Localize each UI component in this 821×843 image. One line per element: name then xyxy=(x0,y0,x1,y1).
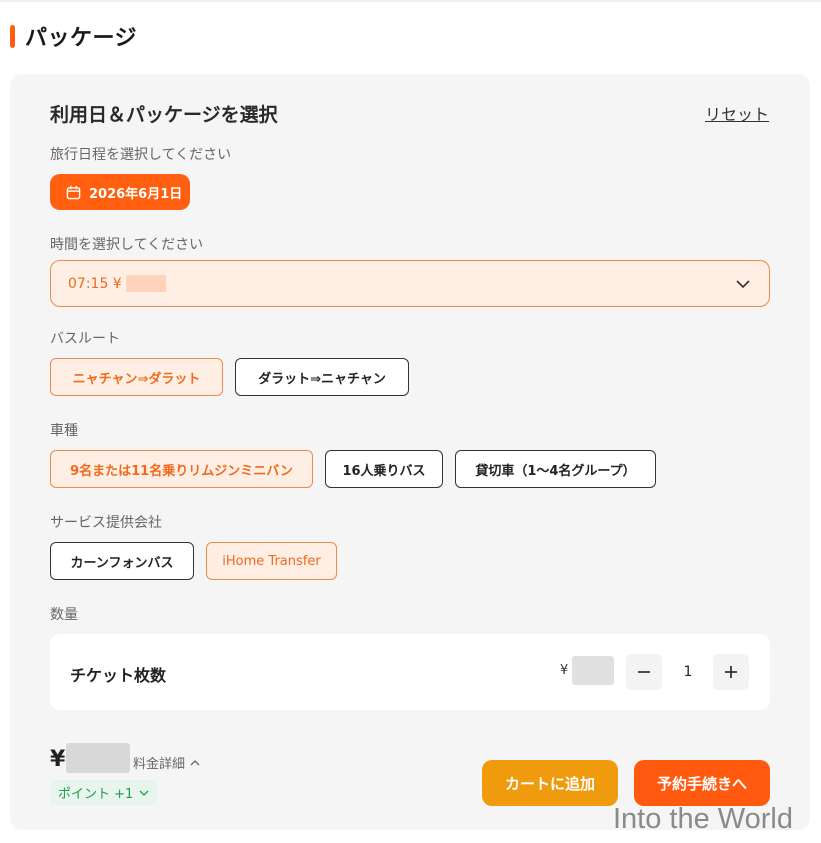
vehicle-label: 車種 xyxy=(50,423,78,439)
calendar-icon xyxy=(66,185,81,199)
chevron-down-icon xyxy=(736,280,750,289)
section-title: パッケージ xyxy=(25,26,138,51)
points-badge[interactable]: ポイント +1 xyxy=(50,780,158,805)
time-value: 07:15 ¥ xyxy=(68,275,122,292)
vehicle-option-16-seat-bus[interactable]: 16人乗りバス xyxy=(325,450,443,488)
time-price-redacted xyxy=(125,275,166,292)
chevron-up-icon xyxy=(190,759,200,765)
ticket-currency: ¥ xyxy=(560,663,569,678)
chevron-down-icon xyxy=(139,790,149,796)
date-picker-button[interactable]: 2026年6月1日 xyxy=(50,174,190,210)
quantity-increment-button[interactable] xyxy=(713,654,749,690)
plus-icon xyxy=(725,666,737,678)
reset-link[interactable]: リセット xyxy=(705,101,769,125)
route-option-nhatrang-dalat[interactable]: ニャチャン⇒ダラット xyxy=(50,358,223,396)
bus-route-label: バスルート xyxy=(50,331,120,347)
package-selection-card: 利用日＆パッケージを選択 リセット 旅行日程を選択してください 2026年6月1… xyxy=(10,74,810,830)
section-accent-bar xyxy=(10,24,15,48)
price-detail-label: 料金詳細 xyxy=(133,757,186,772)
quantity-label: 数量 xyxy=(50,607,78,623)
ticket-quantity-row: チケット枚数 ¥ 1 xyxy=(50,634,770,710)
vehicle-option-limousine[interactable]: 9名または11名乗りリムジンミニバン xyxy=(50,450,313,488)
add-to-cart-button[interactable]: カートに追加 xyxy=(482,760,618,806)
card-title: 利用日＆パッケージを選択 xyxy=(50,104,278,126)
ticket-count-label: チケット枚数 xyxy=(70,666,167,685)
provider-label: サービス提供会社 xyxy=(50,515,162,531)
time-select[interactable]: 07:15 ¥ xyxy=(50,260,770,307)
ticket-price-redacted xyxy=(572,656,614,685)
date-value: 2026年6月1日 xyxy=(89,186,183,202)
provider-option-khanh-phong[interactable]: カーンフォンバス xyxy=(50,542,194,580)
points-label: ポイント +1 xyxy=(58,787,134,802)
quantity-value: 1 xyxy=(683,664,693,680)
price-detail-toggle[interactable]: 料金詳細 xyxy=(133,753,200,772)
minus-icon xyxy=(638,671,650,673)
time-label: 時間を選択してください xyxy=(50,237,204,253)
provider-option-ihome-transfer[interactable]: iHome Transfer xyxy=(206,542,337,580)
proceed-to-booking-button[interactable]: 予約手続きへ xyxy=(634,760,770,806)
route-option-dalat-nhatrang[interactable]: ダラット⇒ニャチャン xyxy=(235,358,409,396)
watermark: Into the World xyxy=(613,803,794,835)
quantity-decrement-button[interactable] xyxy=(626,654,662,690)
date-label: 旅行日程を選択してください xyxy=(50,147,232,163)
top-divider xyxy=(0,0,821,2)
total-currency: ¥ xyxy=(50,747,66,772)
section-header: パッケージ xyxy=(10,22,138,51)
vehicle-option-private-car[interactable]: 貸切車（1〜4名グループ） xyxy=(455,450,656,488)
total-price-redacted xyxy=(66,743,130,773)
